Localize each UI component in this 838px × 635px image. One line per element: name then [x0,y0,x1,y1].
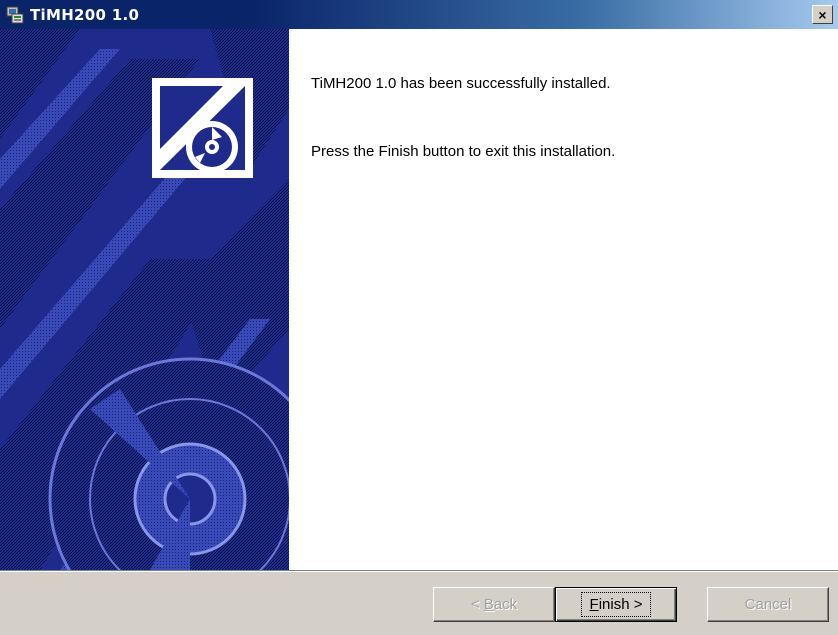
installer-icon [6,6,24,24]
banner-artwork [0,29,289,570]
cancel-button[interactable]: Cancel [707,587,829,622]
install-disc-logo-icon [152,78,253,178]
divider-highlight [0,571,838,572]
close-button[interactable]: × [812,5,833,24]
finish-instruction-message: Press the Finish button to exit this ins… [311,143,616,160]
finish-button[interactable]: Finish > [555,587,677,622]
back-button[interactable]: < Back [433,587,555,622]
window-title: TiMH200 1.0 [30,6,140,24]
cancel-button-label: Cancel [744,596,792,613]
finish-button-label: Finish > [580,592,652,617]
back-button-label: < Back [470,596,518,613]
install-success-message: TiMH200 1.0 has been successfully instal… [311,75,611,92]
title-bar: TiMH200 1.0 × [0,0,838,29]
close-icon: × [818,6,827,23]
side-banner [0,29,289,570]
content-panel: TiMH200 1.0 has been successfully instal… [289,29,838,570]
